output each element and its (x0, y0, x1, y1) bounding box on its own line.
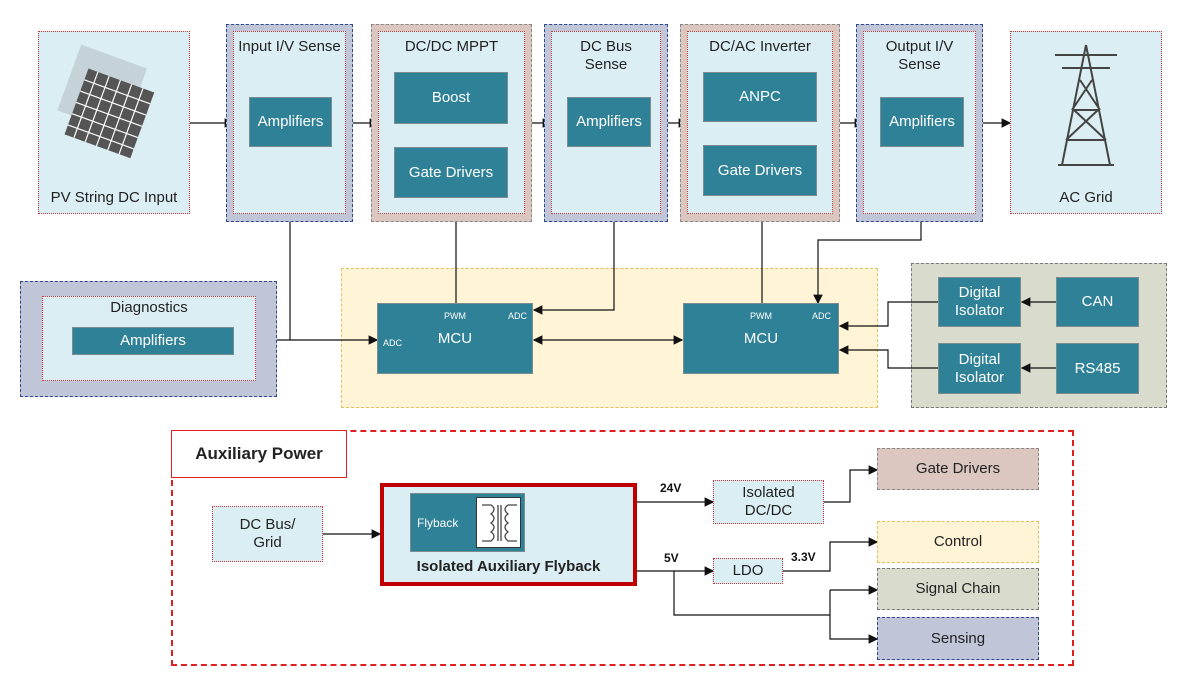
mcu1-pwm: PWM (444, 311, 466, 321)
mcu2-adc: ADC (812, 311, 832, 321)
gate-drivers-load: Gate Drivers (877, 448, 1039, 490)
signal-chain-load: Signal Chain (877, 568, 1039, 610)
digital-isolator-1: Digital Isolator (938, 277, 1021, 327)
mcu1-adc: ADC (508, 311, 528, 321)
mcu2-pwm: PWM (750, 311, 772, 321)
rs485-block: RS485 (1056, 343, 1139, 394)
sensing-load: Sensing (877, 617, 1039, 660)
mcu2-label: MCU (743, 329, 779, 347)
transformer-icon (476, 497, 521, 548)
label-24v: 24V (660, 481, 682, 495)
isolated-dcdc-block: Isolated DC/DC (713, 480, 824, 524)
label-5v: 5V (664, 551, 679, 565)
label-3v3: 3.3V (791, 550, 816, 564)
can-block: CAN (1056, 277, 1139, 327)
dcbus-grid-label: DC Bus/ Grid (239, 516, 296, 551)
mcu1-label: MCU (437, 329, 473, 347)
isolated-dcdc-label: Isolated DC/DC (742, 484, 795, 519)
aux-power-title: Auxiliary Power (171, 430, 347, 478)
mcu-1: MCU ADC PWM ADC (377, 303, 533, 374)
control-load: Control (877, 521, 1039, 563)
mcu1-adc-left: ADC (383, 338, 403, 348)
flyback-title: Isolated Auxiliary Flyback (416, 558, 601, 575)
diagnostics-amplifiers: Amplifiers (72, 327, 234, 355)
digital-isolator-2: Digital Isolator (938, 343, 1021, 394)
flyback-label: Flyback (417, 515, 459, 530)
ldo-block: LDO (713, 558, 783, 584)
diagnostics-title: Diagnostics (110, 299, 188, 316)
dcbus-grid-block: DC Bus/ Grid (212, 506, 323, 562)
mcu-2: MCU PWM ADC (683, 303, 839, 374)
